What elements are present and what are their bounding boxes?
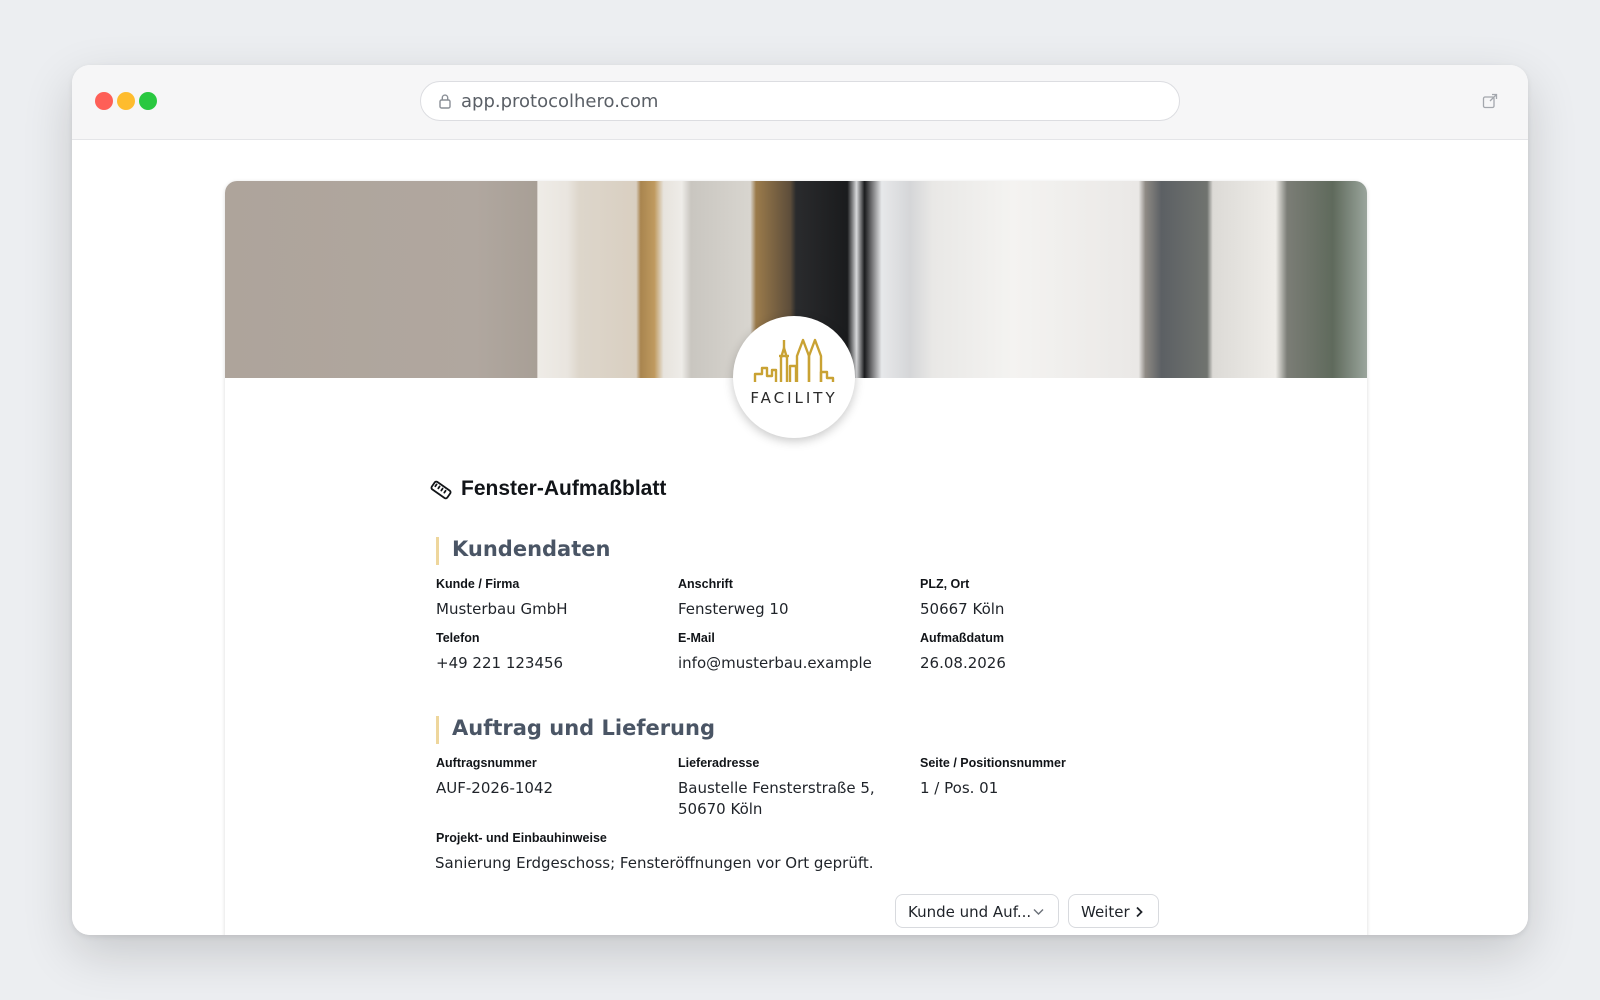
browser-window: app.protocolhero.com FACILITY Fenster-Au…: [72, 65, 1528, 935]
section-select-dropdown[interactable]: Kunde und Auf...: [895, 894, 1059, 928]
field-projekt-hinweise[interactable]: Projekt- und Einbauhinweise Sanierung Er…: [435, 830, 1035, 874]
ruler-icon: [430, 480, 452, 500]
next-button[interactable]: Weiter: [1068, 894, 1159, 928]
field-label: Telefon: [436, 631, 480, 645]
minimize-window-button[interactable]: [117, 92, 135, 110]
field-value: AUF-2026-1042: [436, 779, 554, 797]
field-label: Projekt- und Einbauhinweise: [436, 831, 607, 845]
next-button-label: Weiter: [1081, 903, 1130, 921]
field-value: Baustelle Fensterstraße 5, 50670 Köln: [678, 779, 875, 818]
field-value: +49 221 123456: [436, 654, 564, 672]
field-label: E-Mail: [678, 631, 715, 645]
field-label: Aufmaßdatum: [920, 631, 1005, 645]
field-anschrift[interactable]: Anschrift Fensterweg 10: [678, 576, 908, 620]
field-value: 50667 Köln: [920, 600, 1005, 618]
skyline-logo-icon: [753, 338, 835, 382]
field-label: Anschrift: [678, 577, 733, 591]
company-logo: FACILITY: [733, 316, 855, 438]
field-value: Musterbau GmbH: [436, 600, 568, 618]
browser-toolbar: app.protocolhero.com: [72, 65, 1528, 140]
field-value: 1 / Pos. 01: [920, 779, 999, 797]
field-seite-position[interactable]: Seite / Positionsnummer 1 / Pos. 01: [920, 755, 1150, 799]
chevron-down-icon: [1033, 909, 1044, 915]
field-value: 26.08.2026: [920, 654, 1006, 672]
field-auftragsnummer[interactable]: Auftragsnummer AUF-2026-1042: [436, 755, 666, 799]
field-aufmassdatum[interactable]: Aufmaßdatum 26.08.2026: [920, 630, 1150, 674]
field-label: Kunde / Firma: [436, 577, 520, 591]
field-value: Sanierung Erdgeschoss; Fensteröffnungen …: [435, 854, 874, 872]
field-lieferadresse[interactable]: Lieferadresse Baustelle Fensterstraße 5,…: [678, 755, 908, 820]
field-label: Seite / Positionsnummer: [920, 756, 1066, 770]
field-value: info@musterbau.example: [678, 654, 872, 672]
chevron-right-icon: [1136, 906, 1143, 918]
close-window-button[interactable]: [95, 92, 113, 110]
section-auftrag-header: Auftrag und Lieferung: [436, 716, 715, 744]
field-kunde[interactable]: Kunde / Firma Musterbau GmbH: [436, 576, 666, 620]
section-select-label: Kunde und Auf...: [908, 903, 1032, 921]
lock-icon: [439, 94, 451, 109]
logo-wordmark: FACILITY: [750, 389, 838, 407]
url-text: app.protocolhero.com: [461, 91, 659, 112]
field-value: Fensterweg 10: [678, 600, 789, 618]
form-title: Fenster-Aufmaßblatt: [461, 477, 667, 500]
external-link-icon[interactable]: [1482, 93, 1498, 109]
field-telefon[interactable]: Telefon +49 221 123456: [436, 630, 666, 674]
field-email[interactable]: E-Mail info@musterbau.example: [678, 630, 908, 674]
section-title: Auftrag und Lieferung: [452, 716, 715, 740]
maximize-window-button[interactable]: [139, 92, 157, 110]
form-card: FACILITY Fenster-Aufmaßblatt Kundendaten…: [225, 181, 1367, 935]
field-plz-ort[interactable]: PLZ, Ort 50667 Köln: [920, 576, 1150, 620]
page-viewport: FACILITY Fenster-Aufmaßblatt Kundendaten…: [72, 140, 1528, 935]
section-kundendaten-header: Kundendaten: [436, 537, 610, 565]
field-label: Lieferadresse: [678, 756, 760, 770]
field-label: Auftragsnummer: [436, 756, 537, 770]
section-title: Kundendaten: [452, 537, 611, 561]
address-bar[interactable]: app.protocolhero.com: [420, 81, 1180, 121]
field-label: PLZ, Ort: [920, 577, 970, 591]
